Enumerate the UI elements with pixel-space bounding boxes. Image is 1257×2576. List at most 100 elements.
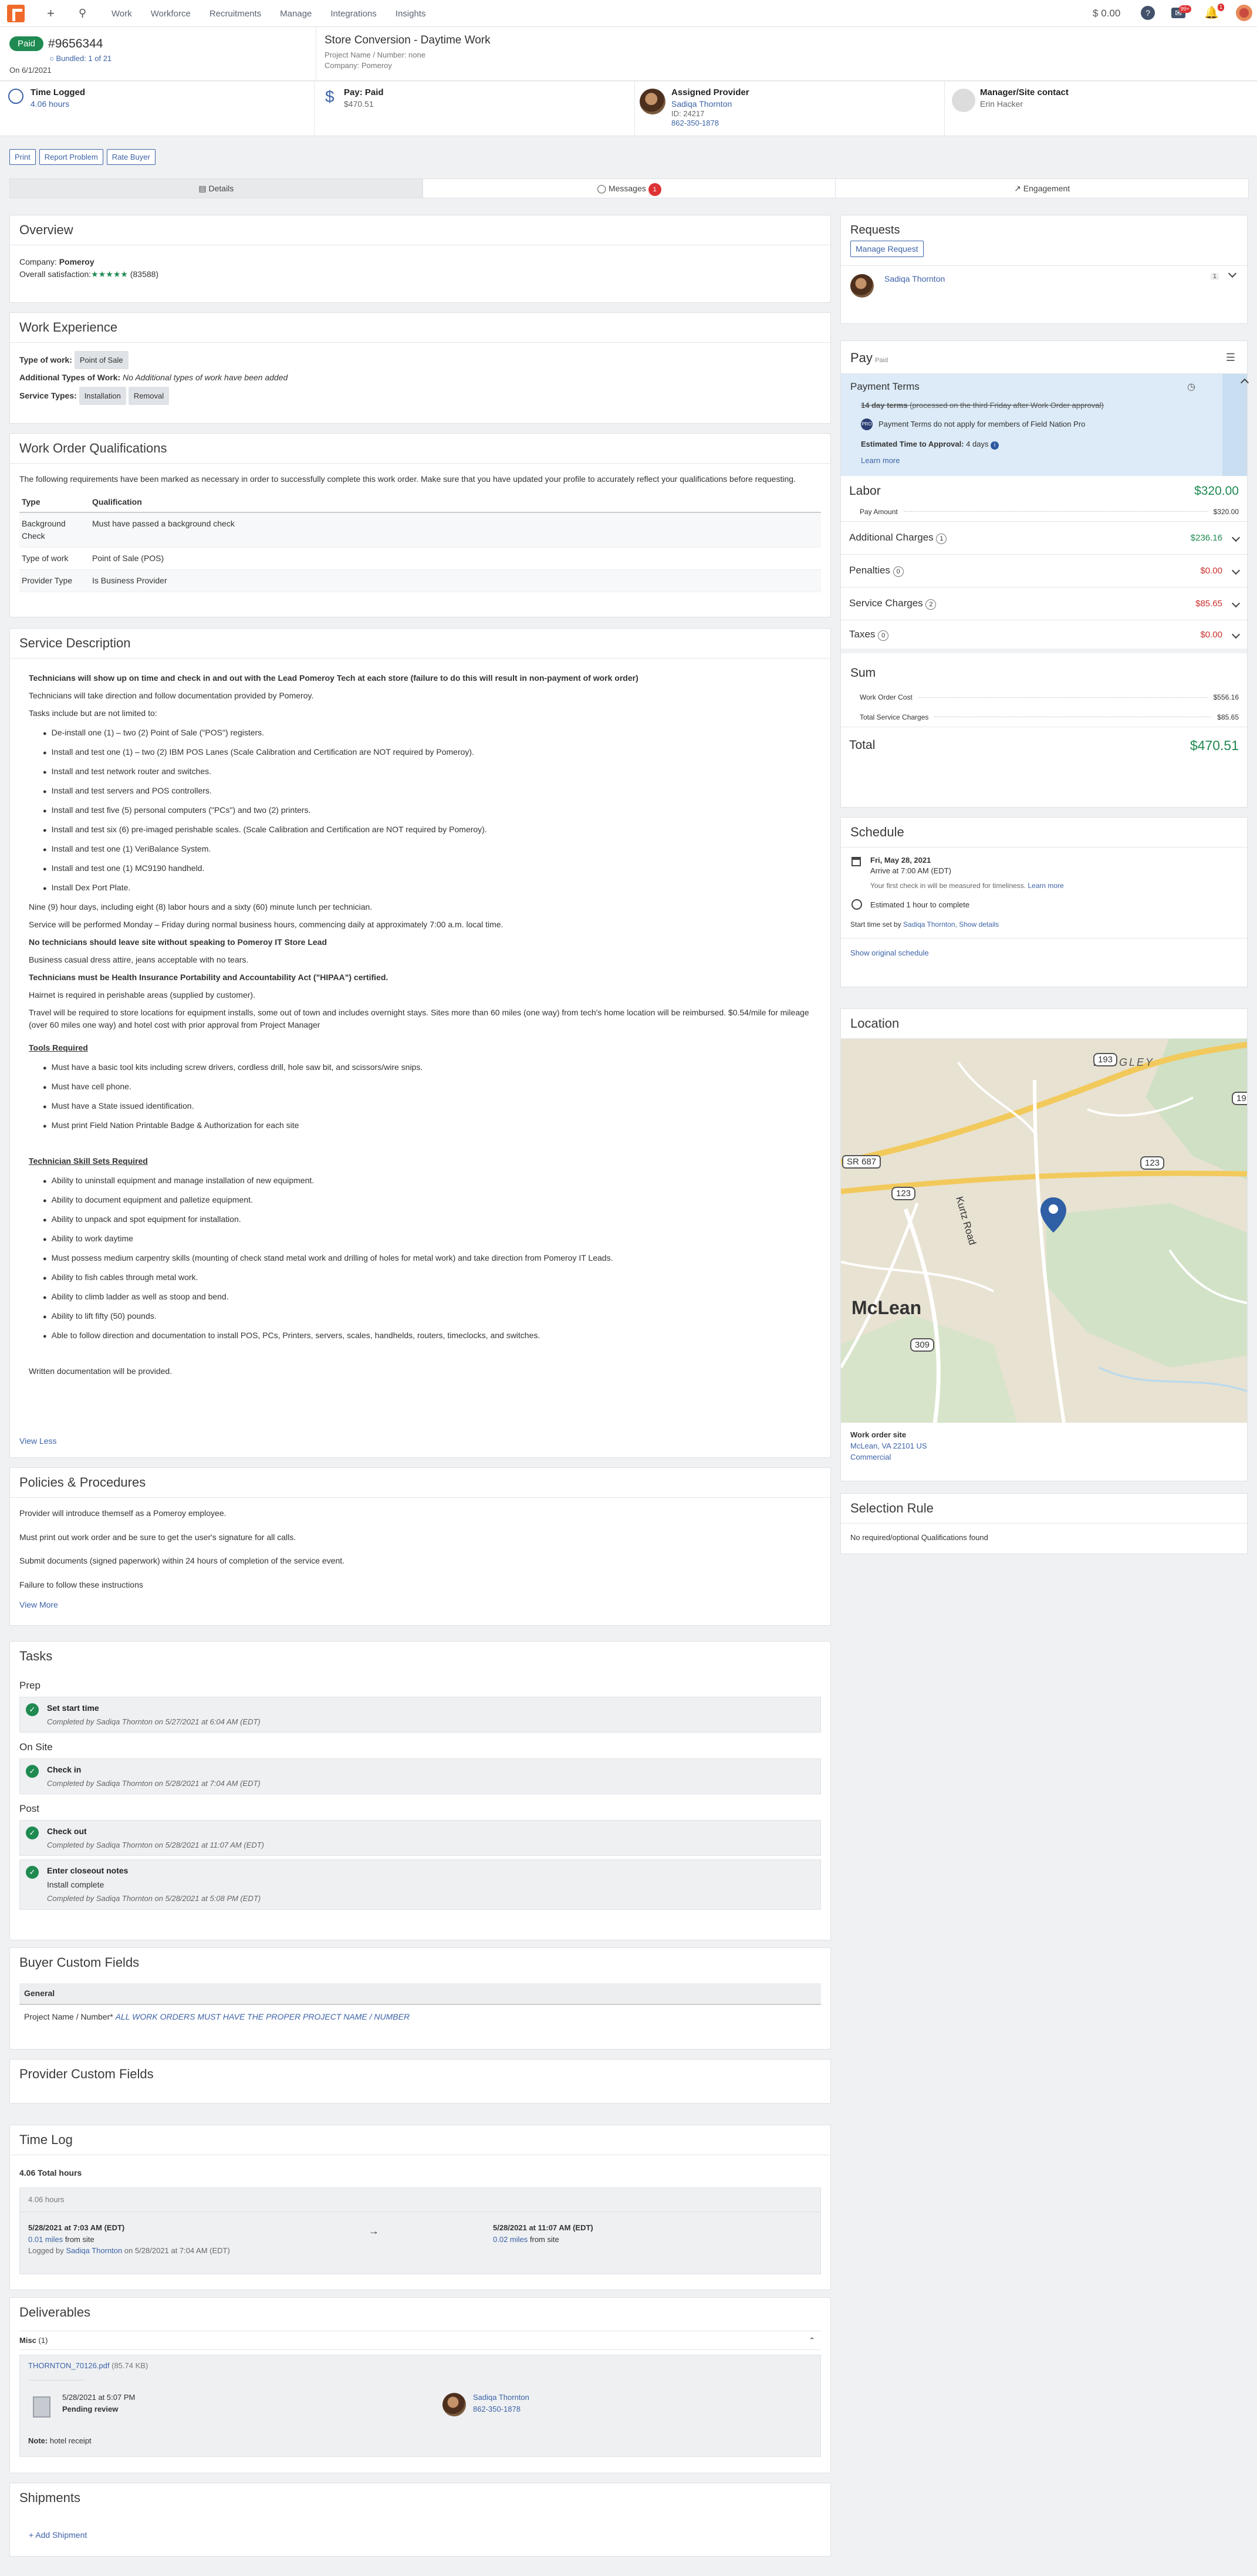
time-log-title: Time Log (10, 2125, 830, 2155)
manager-name: Erin Hacker (980, 99, 1023, 109)
info-icon[interactable]: i (991, 441, 999, 450)
task-item[interactable]: ✓ Check in Completed by Sadiqa Thornton on… (19, 1758, 821, 1794)
search-icon[interactable]: ⚲ (79, 7, 86, 19)
view-less-link[interactable]: View Less (19, 1436, 57, 1446)
check-circle-icon: ✓ (26, 1866, 39, 1879)
manage-request-button[interactable]: Manage Request (850, 241, 924, 257)
list-item: Must have a basic tool kits including sc… (43, 1061, 812, 1073)
check-out-distance[interactable]: 0.02 miles (493, 2235, 528, 2244)
bundle-link[interactable]: ○ Bundled: 1 of 21 (49, 54, 111, 63)
payment-terms-panel: Payment Terms ◷ 14 day terms (processed … (841, 374, 1249, 476)
site-address[interactable]: McLean, VA 22101 US (850, 1441, 927, 1450)
task-phase-prep: Prep (19, 1680, 40, 1691)
list-item: Install Dex Port Plate. (43, 882, 812, 894)
file-link[interactable]: THORNTON_70126.pdf (28, 2361, 110, 2370)
time-logged-label: Time Logged (31, 87, 86, 97)
nav-integrations[interactable]: Integrations (330, 9, 376, 19)
show-original-schedule-link[interactable]: Show original schedule (850, 948, 929, 957)
chevron-down-icon[interactable] (1228, 269, 1237, 278)
add-shipment-button[interactable]: + Add Shipment (29, 2530, 87, 2540)
balance[interactable]: $ 0.00 (1093, 8, 1120, 19)
task-item[interactable]: ✓ Check out Completed by Sadiqa Thornton o… (19, 1819, 821, 1856)
taxes-row[interactable]: Taxes 0 $0.00 (841, 620, 1247, 653)
user-avatar[interactable] (1236, 5, 1252, 21)
wo-date: On 6/1/2021 (9, 66, 52, 75)
dollar-icon: $ (325, 87, 334, 106)
nav-workforce[interactable]: Workforce (151, 9, 191, 19)
table-cell: Point of Sale (POS) (90, 547, 821, 570)
additional-charges-row[interactable]: Additional Charges 1 $236.16 (841, 522, 1247, 555)
clock-icon (8, 89, 23, 104)
custom-field-label: Project Name / Number* (24, 2012, 113, 2021)
file-size: (85.74 KB) (111, 2361, 148, 2370)
nav-insights[interactable]: Insights (396, 9, 426, 19)
report-problem-button[interactable]: Report Problem (39, 149, 103, 165)
location-map[interactable]: LANGLEY McLean Kurtz Road 193 123 123 SR… (841, 1039, 1247, 1423)
list-item: Ability to uninstall equipment and manag… (43, 1174, 812, 1187)
mail-icon[interactable]: ✉ 99+ (1171, 5, 1191, 18)
collapse-toggle[interactable] (1222, 374, 1249, 476)
total-label: Total (849, 738, 876, 752)
schedule-title: Schedule (841, 818, 1247, 848)
plus-icon[interactable]: + (47, 6, 55, 21)
task-title: Set start time (47, 1703, 99, 1713)
tab-details[interactable]: ▤ Details (10, 179, 423, 198)
bell-icon[interactable]: 🔔 1 (1204, 4, 1224, 20)
policy-line: Submit documents (signed paperwork) with… (19, 1556, 345, 1566)
custom-field-value[interactable]: ALL WORK ORDERS MUST HAVE THE PROPER PRO… (116, 2012, 410, 2021)
uploader-phone[interactable]: 862-350-1878 (473, 2405, 521, 2413)
policy-line: Failure to follow these instructions (19, 1579, 143, 1589)
tab-engagement[interactable]: ↗ Engagement (836, 179, 1248, 198)
chevron-down-icon (1231, 533, 1241, 542)
route-shield: SR 687 (842, 1155, 881, 1169)
field-nation-logo[interactable] (7, 5, 25, 22)
nav-work[interactable]: Work (111, 9, 132, 19)
requester-name[interactable]: Sadiqa Thornton (884, 274, 945, 283)
show-details-link[interactable]: Show details (959, 920, 999, 929)
task-item[interactable]: ✓ Set start time Completed by Sadiqa Thorn… (19, 1696, 821, 1733)
provider-name[interactable]: Sadiqa Thornton (671, 99, 936, 109)
rate-buyer-button[interactable]: Rate Buyer (106, 149, 156, 165)
learn-more-link[interactable]: Learn more (861, 456, 900, 465)
messages-badge: 99+ (1178, 5, 1191, 13)
additional-types-label: Additional Types of Work: (19, 373, 121, 383)
type-of-work-label: Type of work: (19, 355, 72, 364)
uploader-name[interactable]: Sadiqa Thornton (473, 2393, 529, 2402)
site-type[interactable]: Commercial (850, 1453, 891, 1461)
chat-icon: ◯ (597, 184, 609, 193)
learn-more-link[interactable]: Learn more (1028, 882, 1063, 890)
penalties-row[interactable]: Penalties 0 $0.00 (841, 555, 1247, 588)
service-description-card: Service Description Technicians will sho… (9, 628, 831, 1458)
provider-label: Assigned Provider (671, 87, 749, 97)
list-item: De-install one (1) – two (2) Point of Sa… (43, 727, 812, 739)
service-description-title: Service Description (10, 629, 830, 659)
nav-manage[interactable]: Manage (280, 9, 312, 19)
company-value: Pomeroy (59, 257, 94, 266)
provider-phone[interactable]: 862-350-1878 (671, 119, 936, 127)
arrive-time: Arrive at 7:00 AM (EDT) (870, 866, 951, 875)
shipments-title: Shipments (19, 2490, 80, 2505)
print-button[interactable]: Print (9, 149, 36, 165)
check-in-distance[interactable]: 0.01 miles (28, 2235, 63, 2244)
table-cell: Is Business Provider (90, 569, 821, 592)
logged-by-name[interactable]: Sadiqa Thornton (66, 2246, 122, 2255)
count-circle: 0 (893, 566, 904, 577)
view-more-link[interactable]: View More (19, 1596, 821, 1613)
deliverables-group[interactable]: Misc (1) ⌃ (19, 2331, 821, 2350)
request-row[interactable]: Sadiqa Thornton 1 (841, 265, 1247, 303)
service-tag: Installation (79, 386, 126, 405)
start-set-by-name[interactable]: Sadiqa Thornton (903, 920, 955, 929)
tab-messages[interactable]: ◯ Messages 1 (423, 179, 836, 198)
company-label: Company: (19, 257, 57, 266)
help-icon[interactable]: ? (1141, 6, 1155, 20)
task-item[interactable]: ✓ Enter closeout notes Install complete Com… (19, 1859, 821, 1910)
policies-title: Policies & Procedures (10, 1468, 830, 1498)
service-charges-row[interactable]: Service Charges 2 $85.65 (841, 588, 1247, 620)
request-count: 1 (1210, 273, 1219, 280)
policies-card: Policies & Procedures Provider will intr… (9, 1467, 831, 1626)
labor-label: Labor (849, 484, 881, 498)
star-rating: ★★★★★ (91, 269, 128, 279)
nav-recruitments[interactable]: Recruitments (210, 9, 261, 19)
time-logged-value[interactable]: 4.06 hours (31, 99, 306, 109)
list-icon[interactable]: ☰ (1226, 352, 1235, 364)
